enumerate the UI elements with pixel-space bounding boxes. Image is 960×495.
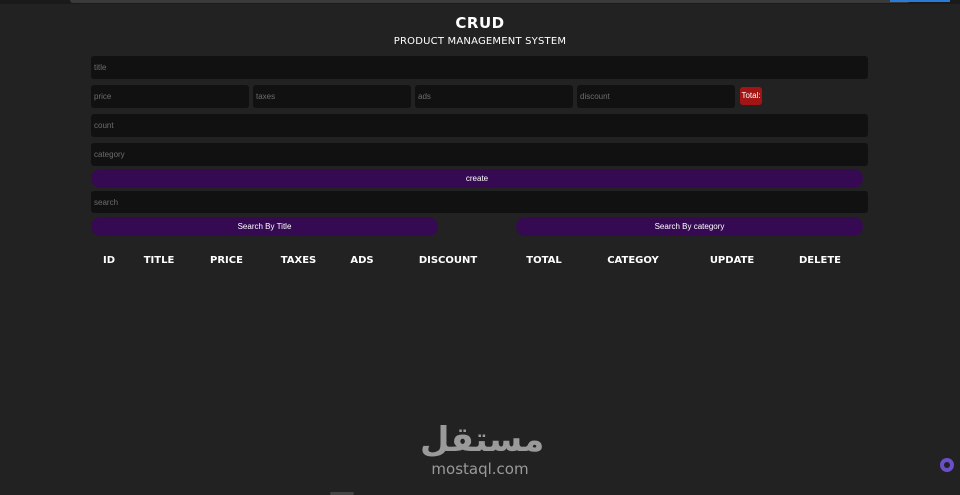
address-bar[interactable] [70,0,910,3]
column-header-id: ID [102,254,116,266]
total-badge: Total: [740,87,762,105]
page-subtitle: PRODUCT MANAGEMENT SYSTEM [393,36,567,47]
products-table: ID TITLE PRICE TAXES ADS DISCOUNT TOTAL … [93,252,863,268]
count-input[interactable] [91,114,868,137]
total-label: Total: [741,91,761,100]
search-input[interactable] [91,191,868,213]
category-input[interactable] [91,143,868,166]
column-header-delete: DELETE [799,254,841,266]
page-title: CRUD [455,14,505,32]
create-button[interactable]: create [91,169,863,188]
browser-top-bar [0,0,960,4]
column-header-update: UPDATE [709,254,755,266]
taxes-input[interactable] [253,85,411,108]
watermark-latin: mostaql.com [431,460,529,478]
title-input[interactable] [91,56,868,79]
search-by-title-button[interactable]: Search By Title [91,217,438,236]
ads-input[interactable] [415,85,573,108]
mostaql-watermark: مستقل mostaql.com [420,420,545,478]
price-input[interactable] [91,85,249,108]
page: CRUD PRODUCT MANAGEMENT SYSTEM Total: cr… [0,0,960,495]
browser-accent-button[interactable] [890,0,950,2]
column-header-taxes: TAXES [280,254,317,266]
table-header-row: ID TITLE PRICE TAXES ADS DISCOUNT TOTAL … [93,252,863,268]
search-by-category-button[interactable]: Search By category [516,217,863,236]
column-header-category: CATEGOY [607,254,659,266]
column-header-discount: DISCOUNT [418,254,478,266]
column-header-ads: ADS [350,254,374,266]
extension-icon[interactable] [940,458,954,472]
page-header: CRUD PRODUCT MANAGEMENT SYSTEM [0,14,960,47]
column-header-title: TITLE [143,254,175,266]
watermark-arabic: مستقل [420,420,545,460]
column-header-total: TOTAL [526,254,562,266]
discount-input[interactable] [577,85,735,108]
column-header-price: PRICE [210,254,243,266]
